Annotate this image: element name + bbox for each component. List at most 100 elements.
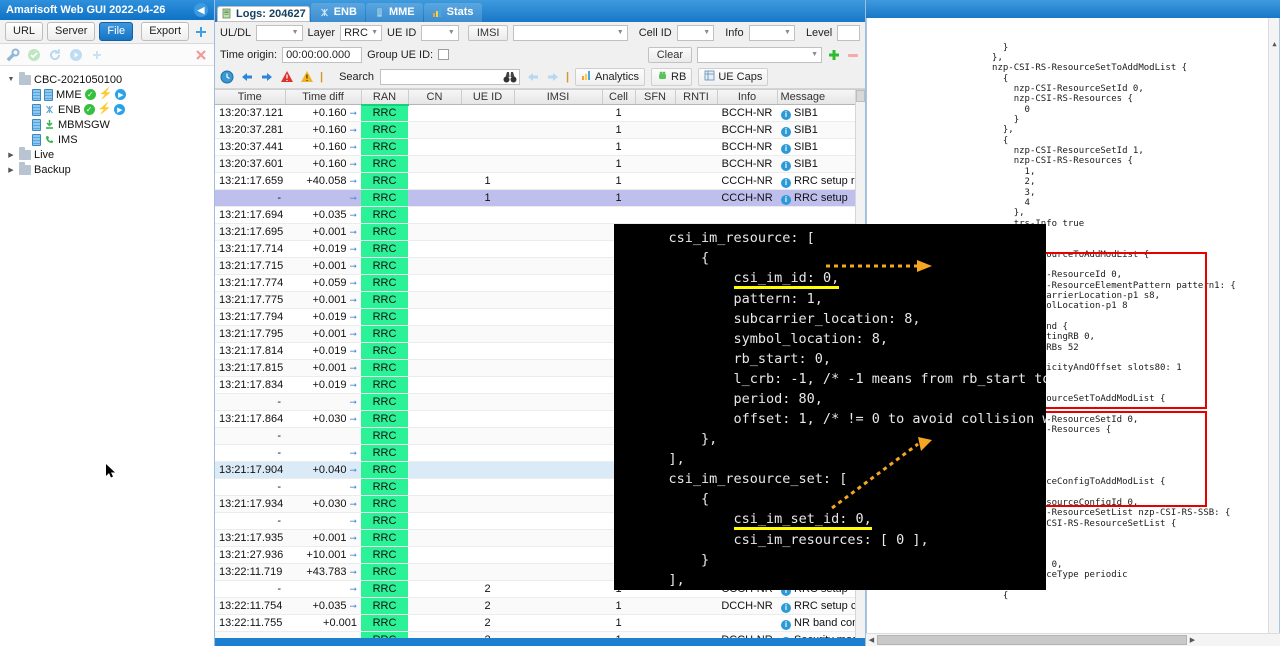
layer-select[interactable]: RRC ▼ [340, 24, 383, 41]
cell-rnti [675, 631, 717, 639]
tree-node-backup[interactable]: ▶ Backup [4, 161, 214, 177]
error-triangle-icon[interactable] [280, 70, 294, 84]
group-ueid-checkbox[interactable] [438, 49, 450, 61]
plus-icon[interactable] [193, 24, 209, 40]
column-header-ran[interactable]: RAN [361, 89, 409, 106]
tree-node-enb[interactable]: ENB ✓ ⚡ ▶ [4, 102, 214, 117]
table-row[interactable]: 13:20:37.601 +0.160 ➞ RRC 1 BCCH-NR i SIB1 [215, 155, 865, 174]
play-icon[interactable]: ▶ [114, 104, 126, 115]
imsi-select[interactable]: ▼ [513, 24, 628, 41]
table-row[interactable]: 13:20:37.281 +0.160 ➞ RRC 1 BCCH-NR i SIB1 [215, 121, 865, 140]
table-row[interactable]: 13:20:37.121 +0.160 ➞ RRC 1 BCCH-NR i SIB1 [215, 104, 865, 123]
level-select[interactable] [837, 24, 860, 41]
source-url-button[interactable]: URL [5, 22, 44, 41]
column-header-time[interactable]: Time [215, 89, 286, 106]
arrow-right-disabled-icon[interactable] [546, 70, 560, 84]
minus-red-icon[interactable] [846, 48, 860, 62]
delete-x-icon[interactable] [194, 48, 208, 62]
play-icon[interactable]: ▶ [115, 89, 127, 100]
tab-enb[interactable]: ENB [310, 2, 365, 22]
tree-node-mme[interactable]: MME ✓ ⚡ ▶ [4, 87, 214, 102]
cellid-select[interactable]: ▼ [676, 24, 715, 41]
detail-vertical-scrollbar[interactable]: ▲ [1268, 18, 1279, 633]
table-row[interactable]: - ➞ RRC 2 1 DCCH-NRiSecurity mode command [215, 631, 865, 639]
search-input[interactable] [379, 68, 520, 87]
arrow-left-icon[interactable] [240, 70, 254, 84]
direction-arrow-icon: ➞ [349, 550, 357, 561]
info-select[interactable]: ▼ [748, 24, 795, 41]
imsi-button[interactable]: IMSI [467, 24, 509, 41]
server-tree[interactable]: ▼ CBC-2021050100 MME ✓ ⚡ ▶ ENB ✓ ⚡ ▶ MBM… [0, 66, 214, 646]
chevron-left-icon[interactable]: ◀ [194, 3, 208, 17]
column-header-message[interactable]: Message [777, 89, 865, 106]
chevron-down-icon[interactable]: ▼ [6, 76, 16, 83]
time-origin-input[interactable]: 00:00:00.000 [282, 46, 363, 63]
tree-node-mbmsgw[interactable]: MBMSGW [4, 117, 214, 132]
table-row[interactable]: 13:22:11.754 +0.035 ➞ RRC 2 1 DCCH-NR i RRC setu… [215, 597, 865, 616]
cell-ueid [461, 138, 514, 157]
bolt-icon[interactable]: ⚡ [98, 104, 112, 115]
uecaps-button[interactable]: UE Caps [698, 67, 769, 86]
play-circle-icon[interactable] [69, 48, 83, 62]
scroll-right-icon[interactable]: ▶ [1187, 636, 1198, 644]
cell-imsi [514, 189, 602, 208]
clock-icon[interactable] [220, 70, 234, 84]
tree-node-live[interactable]: ▶ Live [4, 146, 214, 162]
scroll-left-icon[interactable]: ◀ [866, 636, 877, 644]
rb-button[interactable]: RB [651, 67, 693, 86]
status-bar [215, 638, 865, 646]
ueid-select[interactable]: ▼ [421, 24, 459, 41]
detail-horizontal-scrollbar[interactable]: ◀ ▶ [866, 633, 1280, 646]
cell-ueid [461, 461, 514, 480]
arrow-left-disabled-icon[interactable] [526, 70, 540, 84]
table-row[interactable]: 13:20:37.441 +0.160 ➞ RRC 1 BCCH-NR i SIB1 [215, 138, 865, 157]
rb-label: RB [671, 70, 687, 83]
column-header-sfn[interactable]: SFN [635, 89, 676, 106]
status-ok-icon: ✓ [84, 89, 96, 100]
source-file-button[interactable]: File [99, 22, 134, 41]
add-icon[interactable] [90, 48, 104, 62]
hscroll-thumb[interactable] [877, 635, 1187, 645]
column-header-info[interactable]: Info [717, 89, 778, 106]
cell-rnti [675, 155, 717, 174]
export-button[interactable]: Export [141, 22, 189, 41]
scroll-up-icon[interactable]: ▲ [1269, 39, 1279, 49]
cell-ran: RRC [361, 291, 408, 310]
preset-select[interactable]: ▼ [697, 46, 822, 63]
table-row[interactable]: 13:21:17.659 +40.058 ➞ RRC 1 1 CCCH-NR i RRC set… [215, 172, 865, 191]
cell-cn [408, 359, 461, 378]
column-header-time-diff[interactable]: Time diff [285, 89, 362, 106]
refresh-icon[interactable] [48, 48, 62, 62]
cell-time-diff: +0.160 ➞ [285, 155, 361, 174]
source-server-button[interactable]: Server [47, 22, 96, 41]
cell-rnti [675, 138, 717, 157]
plus-green-icon[interactable] [827, 48, 841, 62]
cell-message: i SIB1 [777, 121, 865, 140]
chevron-right-icon[interactable]: ▶ [6, 166, 16, 174]
column-header-imsi[interactable]: IMSI [514, 89, 603, 106]
tab-logs[interactable]: Logs: 204627 [217, 5, 310, 22]
tab-stats[interactable]: Stats [423, 2, 482, 22]
table-row[interactable]: - ➞ RRC 1 1 CCCH-NR i RRC setup [215, 189, 865, 208]
clear-button[interactable]: Clear [647, 46, 692, 63]
binoculars-icon[interactable] [503, 70, 517, 87]
cell-cell: 1 [602, 597, 635, 616]
column-header-cell[interactable]: Cell [602, 89, 636, 106]
scrollbar-thumb[interactable] [856, 89, 865, 102]
tree-node-cbc[interactable]: ▼ CBC-2021050100 [4, 71, 214, 87]
column-header-cn[interactable]: CN [408, 89, 462, 106]
warning-triangle-icon[interactable] [300, 70, 314, 84]
column-header-ue-id[interactable]: UE ID [461, 89, 515, 106]
analytics-button[interactable]: Analytics [575, 67, 646, 86]
tab-mme[interactable]: MME [365, 2, 423, 22]
table-row[interactable]: 13:22:11.755+0.001RRC 2 1 iNR band combinat… [215, 614, 865, 633]
uldl-select[interactable]: ▼ [256, 24, 303, 41]
bolt-icon[interactable]: ⚡ [99, 89, 113, 100]
column-header-rnti[interactable]: RNTI [675, 89, 718, 106]
table-row[interactable]: 13:21:17.694 +0.035 ➞ RRC [215, 206, 865, 225]
arrow-right-icon[interactable] [260, 70, 274, 84]
chevron-right-icon[interactable]: ▶ [6, 151, 16, 159]
wrench-icon[interactable] [6, 48, 20, 62]
tree-node-ims[interactable]: IMS [4, 132, 214, 147]
check-circle-icon[interactable] [27, 48, 41, 62]
